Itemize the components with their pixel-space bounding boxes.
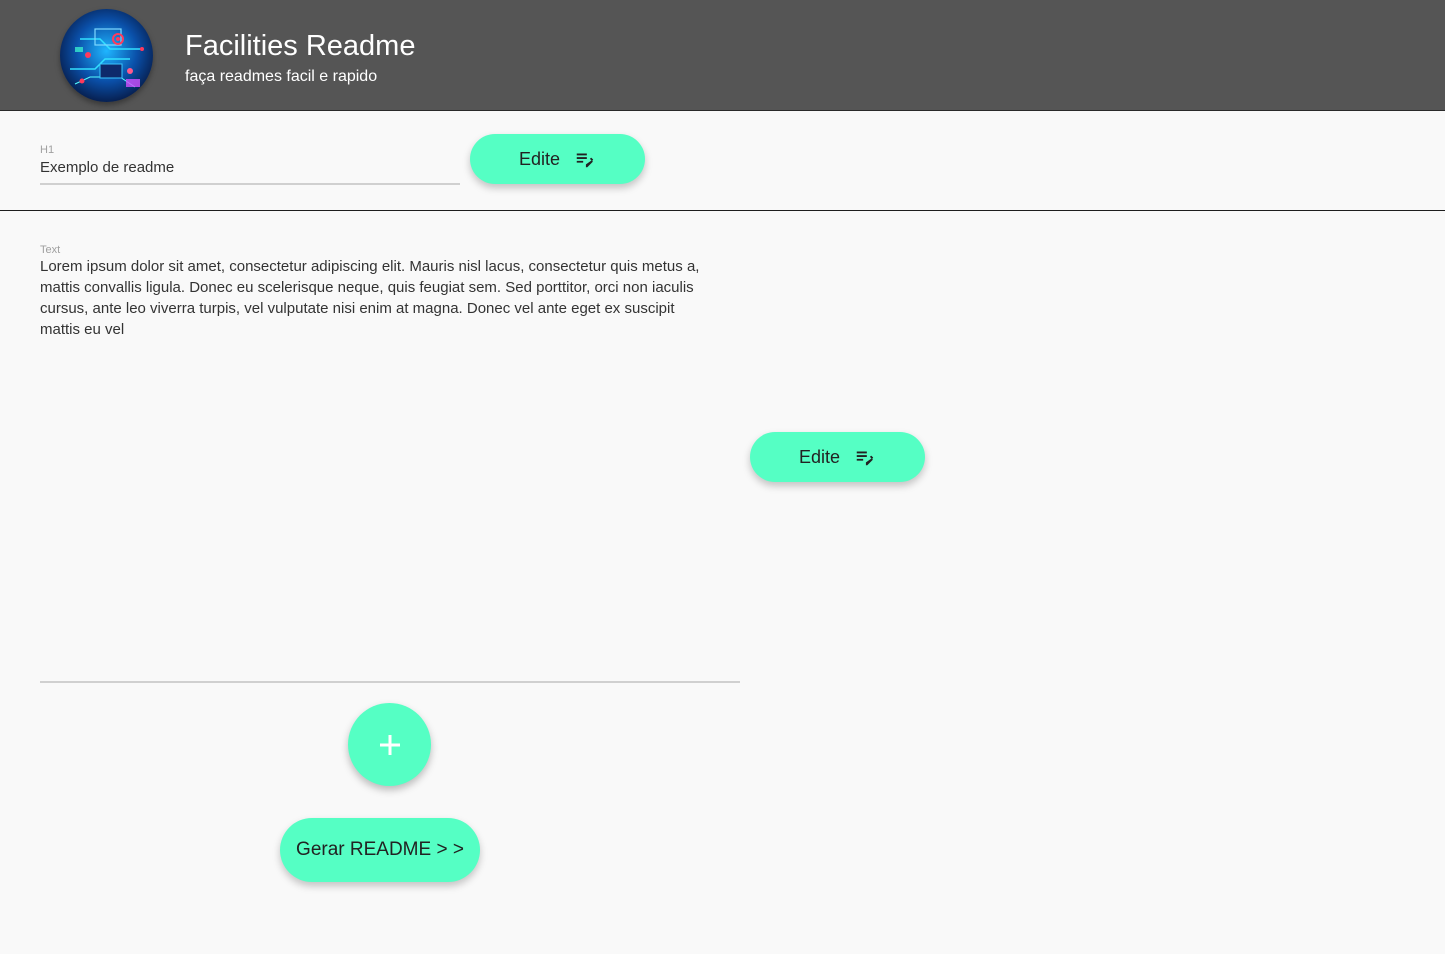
edit-note-icon (856, 451, 874, 466)
circuit-logo-icon (60, 9, 153, 102)
section-divider (0, 210, 1445, 211)
text-line: mattis convallis ligula. Donec eu sceler… (40, 279, 694, 296)
add-section-button[interactable] (348, 703, 431, 786)
text-field-textarea[interactable]: Lorem ipsum dolor sit amet, consectetur … (40, 256, 750, 340)
edit-text-button[interactable]: Edite (750, 432, 925, 482)
h1-field-label: H1 (40, 144, 55, 156)
plus-icon (379, 734, 400, 755)
generate-readme-label: Gerar README > > (296, 839, 464, 860)
h1-field-underline (40, 183, 460, 185)
text-line: Lorem ipsum dolor sit amet, consectetur … (40, 258, 700, 275)
app-title: Facilities Readme (185, 30, 416, 62)
text-field-underline (40, 681, 740, 683)
app-subtitle: faça readmes facil e rapido (185, 68, 378, 85)
edit-button-label: Edite (518, 148, 561, 169)
h1-field-input[interactable]: Exemplo de readme (40, 157, 174, 178)
text-line: cursus, ante leo viverra turpis, vel vul… (40, 300, 675, 317)
edit-h1-button[interactable]: Edite (470, 134, 645, 184)
edit-button-label: Edite (798, 446, 841, 467)
text-line: mattis eu vel (40, 321, 125, 338)
generate-readme-button[interactable]: Gerar README > > (280, 818, 480, 882)
edit-note-icon (576, 153, 594, 168)
app-header: Facilities Readme faça readmes facil e r… (0, 0, 1445, 111)
